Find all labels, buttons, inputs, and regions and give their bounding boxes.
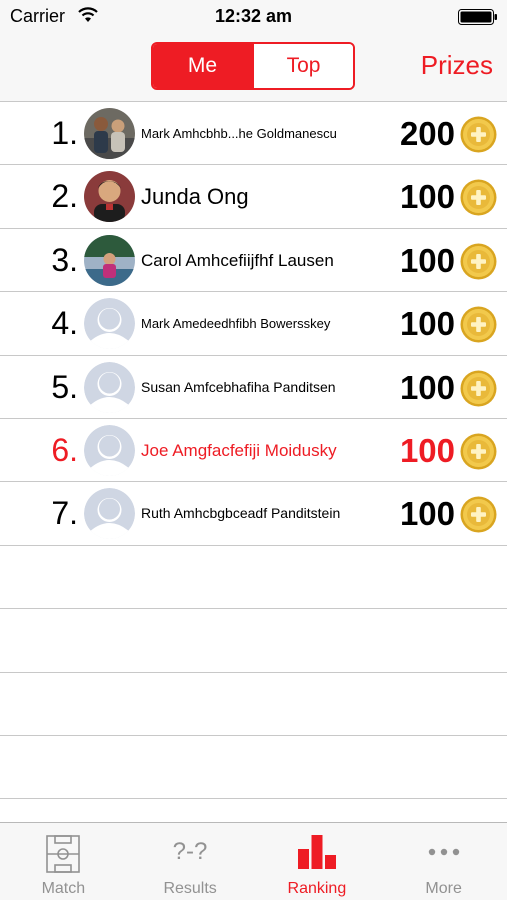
ranking-row[interactable]: 4. Mark Amedeedhfibh Bowersskey 100 (0, 292, 507, 356)
ranking-row[interactable]: 1. Mark Amhcbhb...he Goldmanescu 200 (0, 102, 507, 166)
rank-number: 7. (51, 495, 78, 532)
tab-bar: Match ?-? Results Ranking More (0, 822, 507, 900)
coin-plus-icon[interactable] (460, 116, 497, 153)
coin-plus-icon[interactable] (460, 243, 497, 280)
tab-label: More (425, 880, 462, 897)
default-avatar-icon (84, 488, 135, 540)
rank-number: 2. (51, 178, 78, 215)
default-avatar-icon (84, 298, 135, 350)
coin-plus-icon[interactable] (460, 433, 497, 470)
player-name: Junda Ong (141, 184, 249, 210)
rank-number: 3. (51, 241, 78, 278)
player-name: Mark Amedeedhfibh Bowersskey (141, 316, 331, 332)
player-score: 200 (399, 115, 455, 152)
user-avatar (84, 108, 135, 159)
segment-me[interactable]: Me (153, 44, 252, 88)
tab-label: Ranking (287, 880, 347, 897)
score-question-icon: ?-? (168, 835, 212, 870)
default-avatar-icon (84, 361, 135, 413)
bar-chart-icon (297, 835, 336, 874)
status-bar: Carrier 12:32 am (0, 0, 507, 34)
player-name: Mark Amhcbhb...he Goldmanescu (141, 126, 337, 141)
empty-row (0, 673, 507, 736)
tab-results[interactable]: ?-? Results (127, 823, 254, 900)
rank-number: 5. (51, 368, 78, 405)
ranking-row[interactable]: 7. Ruth Amhcbgbceadf Panditstein 100 (0, 482, 507, 546)
ranking-row[interactable]: 3. Carol Amhcefiijfhf Lausen 100 (0, 229, 507, 293)
prizes-button[interactable]: Prizes (421, 50, 493, 81)
empty-row (0, 609, 507, 673)
rank-number: 4. (51, 305, 78, 342)
tab-label: Match (41, 880, 86, 897)
user-avatar (84, 171, 135, 223)
player-name: Joe Amgfacfefiji Moidusky (141, 440, 337, 460)
tab-label: Results (163, 880, 217, 897)
default-avatar-icon (84, 424, 135, 476)
ranking-row-current-user[interactable]: 6. Joe Amgfacfefiji Moidusky 100 (0, 419, 507, 483)
player-score: 100 (399, 431, 455, 469)
user-avatar (84, 234, 135, 286)
me-top-segmented-control: Me Top (151, 42, 355, 90)
svg-text:?-?: ?-? (173, 838, 208, 865)
status-time: 12:32 am (214, 6, 293, 26)
battery-icon (458, 9, 497, 25)
player-name: Susan Amfcebhafiha Panditsen (141, 378, 336, 395)
rank-number: 6. (51, 431, 78, 468)
coin-plus-icon[interactable] (460, 306, 497, 343)
ranking-row[interactable]: 5. Susan Amfcebhafiha Panditsen 100 (0, 356, 507, 419)
empty-row (0, 736, 507, 800)
soccer-field-icon (46, 835, 81, 878)
player-name: Ruth Amhcbgbceadf Panditstein (141, 505, 341, 522)
coin-plus-icon[interactable] (460, 179, 497, 216)
rank-number: 1. (51, 115, 78, 151)
player-score: 100 (399, 495, 455, 533)
ranking-list: 1. Mark Amhcbhb...he Goldmanescu 200 2. Jund… (0, 102, 507, 800)
player-score: 100 (399, 305, 455, 343)
tab-ranking[interactable]: Ranking (254, 823, 381, 900)
more-dots-icon (427, 835, 461, 870)
segment-top[interactable]: Top (252, 44, 353, 88)
player-score: 100 (399, 178, 455, 216)
player-score: 100 (399, 368, 455, 406)
coin-plus-icon[interactable] (460, 370, 497, 407)
navigation-bar: Me Top Prizes (0, 34, 507, 102)
player-score: 100 (399, 241, 455, 279)
tab-match[interactable]: Match (0, 823, 127, 900)
tab-more[interactable]: More (380, 823, 507, 900)
player-name: Carol Amhcefiijfhf Lausen (141, 250, 334, 270)
ranking-row[interactable]: 2. Junda Ong 100 (0, 165, 507, 229)
empty-row (0, 546, 507, 610)
coin-plus-icon[interactable] (460, 496, 497, 533)
